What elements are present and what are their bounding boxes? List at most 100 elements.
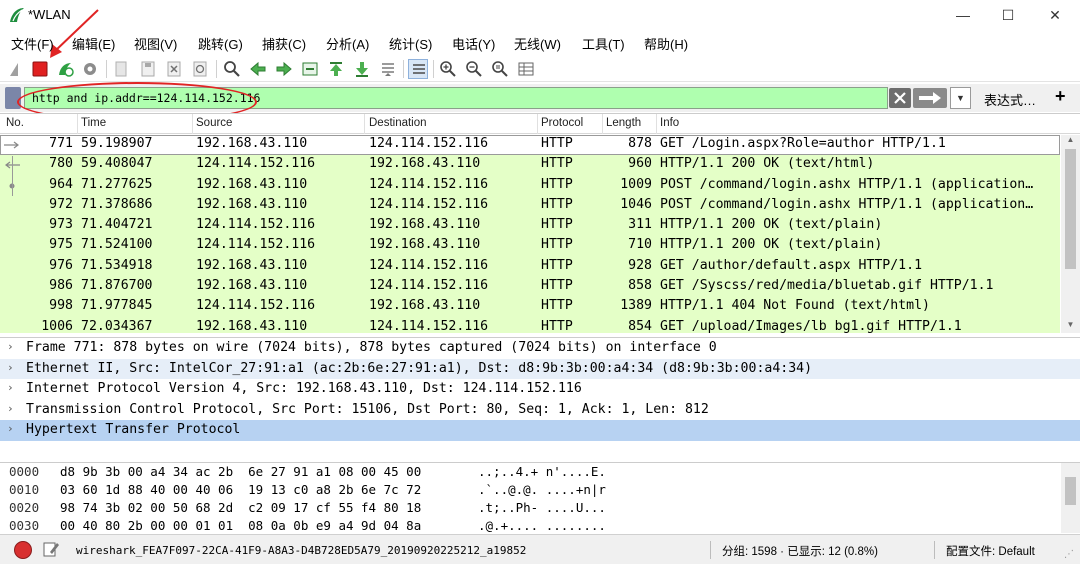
auto-scroll-icon[interactable] [378, 59, 398, 79]
menu-capture[interactable]: 捕获(C) [262, 34, 306, 53]
column-header-no[interactable]: No. [6, 117, 24, 129]
go-forward-icon[interactable] [274, 59, 294, 79]
capture-options-icon[interactable] [80, 59, 100, 79]
menu-go[interactable]: 跳转(G) [198, 34, 243, 53]
zoom-out-icon[interactable] [464, 59, 484, 79]
detail-row-ethernet[interactable]: › Ethernet II, Src: IntelCor_27:91:a1 (a… [0, 358, 1080, 379]
cell-info: POST /command/login.ashx HTTP/1.1 (appli… [660, 196, 1034, 212]
capture-status-icon[interactable] [14, 541, 32, 559]
column-header-time[interactable]: Time [81, 117, 106, 129]
detail-row-tcp[interactable]: › Transmission Control Protocol, Src Por… [0, 399, 1080, 420]
colorize-icon[interactable] [408, 59, 428, 79]
cell-length: 1046 [620, 196, 652, 212]
cell-info: HTTP/1.1 200 OK (text/plain) [660, 217, 883, 233]
stop-capture-icon[interactable] [30, 59, 50, 79]
bytes-ascii: ..;..4.+ n'....E. [478, 464, 606, 479]
column-header-info[interactable]: Info [660, 117, 679, 129]
table-row[interactable]: 771 59.198907 192.168.43.110 124.114.152… [0, 135, 1060, 156]
resize-columns-icon[interactable] [516, 59, 536, 79]
shark-fin-icon[interactable] [7, 59, 27, 79]
main-toolbar [0, 56, 1080, 82]
detail-row-http[interactable]: › Hypertext Transfer Protocol [0, 420, 1080, 441]
column-divider[interactable] [602, 114, 603, 134]
expand-arrow-icon[interactable]: › [7, 381, 14, 394]
column-header-destination[interactable]: Destination [369, 117, 427, 129]
table-row[interactable]: 964 71.277625 192.168.43.110 124.114.152… [0, 175, 1060, 196]
menu-wireless[interactable]: 无线(W) [514, 34, 561, 53]
close-file-icon[interactable] [164, 59, 184, 79]
bytes-row[interactable]: 0020 98 74 3b 02 00 50 68 2d c2 09 17 cf… [0, 499, 1080, 517]
cell-info: POST /command/login.ashx HTTP/1.1 (appli… [660, 176, 1034, 192]
table-row[interactable]: 998 71.977845 124.114.152.116 192.168.43… [0, 297, 1060, 318]
find-packet-icon[interactable] [222, 59, 242, 79]
first-packet-icon[interactable] [326, 59, 346, 79]
expand-arrow-icon[interactable]: › [7, 340, 14, 353]
filter-history-dropdown[interactable]: ▼ [950, 87, 971, 109]
table-row[interactable]: 986 71.876700 192.168.43.110 124.114.152… [0, 277, 1060, 298]
bytes-scrollbar[interactable] [1061, 463, 1080, 533]
scroll-up-icon[interactable]: ▲ [1061, 135, 1080, 149]
profile-label[interactable]: 配置文件: Default [946, 543, 1035, 559]
column-divider[interactable] [77, 114, 78, 134]
clear-filter-icon[interactable] [889, 88, 911, 108]
maximize-button[interactable]: ☐ [985, 0, 1031, 30]
table-row[interactable]: 975 71.524100 124.114.152.116 192.168.43… [0, 236, 1060, 257]
close-button[interactable]: ✕ [1032, 0, 1078, 30]
edit-comment-icon[interactable] [42, 540, 60, 558]
resize-grip-icon[interactable]: ⋰ [1064, 549, 1074, 560]
table-row[interactable]: 973 71.404721 124.114.152.116 192.168.43… [0, 216, 1060, 237]
expression-button[interactable]: 表达式… [984, 90, 1036, 109]
menu-edit[interactable]: 编辑(E) [72, 34, 115, 53]
add-filter-button[interactable]: + [1055, 86, 1066, 107]
expand-arrow-icon[interactable]: › [7, 422, 14, 435]
scroll-down-icon[interactable]: ▼ [1061, 320, 1080, 333]
menu-statistics[interactable]: 统计(S) [389, 34, 432, 53]
detail-text: Ethernet II, Src: IntelCor_27:91:a1 (ac:… [26, 360, 813, 376]
menu-file[interactable]: 文件(F) [11, 34, 54, 53]
column-divider[interactable] [656, 114, 657, 134]
scroll-thumb[interactable] [1065, 477, 1076, 505]
menu-help[interactable]: 帮助(H) [644, 34, 688, 53]
last-packet-icon[interactable] [352, 59, 372, 79]
detail-row-ip[interactable]: › Internet Protocol Version 4, Src: 192.… [0, 379, 1080, 400]
bytes-row[interactable]: 0010 03 60 1d 88 40 00 40 06 19 13 c0 a8… [0, 481, 1080, 499]
column-divider[interactable] [192, 114, 193, 134]
bytes-offset: 0030 [9, 518, 40, 533]
table-row[interactable]: 976 71.534918 192.168.43.110 124.114.152… [0, 256, 1060, 278]
table-row[interactable]: 780 59.408047 124.114.152.116 192.168.43… [0, 155, 1060, 176]
apply-filter-icon[interactable] [913, 88, 947, 108]
reload-file-icon[interactable] [190, 59, 210, 79]
cell-length: 1389 [620, 298, 652, 314]
menu-telephony[interactable]: 电话(Y) [452, 34, 495, 53]
table-row[interactable]: 1006 72.034367 192.168.43.110 124.114.15… [0, 317, 1060, 333]
menu-view[interactable]: 视图(V) [134, 34, 177, 53]
packet-list-pane: No. Time Source Destination Protocol Len… [0, 113, 1080, 333]
column-divider[interactable] [537, 114, 538, 134]
bytes-row[interactable]: 0030 00 40 80 2b 00 00 01 01 08 0a 0b e9… [0, 517, 1080, 535]
restart-capture-icon[interactable] [55, 59, 75, 79]
cell-info: GET /Login.aspx?Role=author HTTP/1.1 [660, 136, 946, 151]
column-header-protocol[interactable]: Protocol [541, 117, 583, 129]
go-to-packet-icon[interactable] [300, 59, 320, 79]
expand-arrow-icon[interactable]: › [7, 402, 14, 415]
detail-row-frame[interactable]: › Frame 771: 878 bytes on wire (7024 bit… [0, 338, 1080, 359]
open-file-icon[interactable] [112, 59, 132, 79]
column-header-length[interactable]: Length [606, 117, 641, 129]
table-row[interactable]: 972 71.378686 192.168.43.110 124.114.152… [0, 195, 1060, 217]
column-header-source[interactable]: Source [196, 117, 232, 129]
bytes-row[interactable]: 0000 d8 9b 3b 00 a4 34 ac 2b 6e 27 91 a1… [0, 463, 1080, 481]
bytes-hex: 98 74 3b 02 00 50 68 2d c2 09 17 cf 55 f… [60, 500, 422, 515]
scroll-thumb[interactable] [1065, 149, 1076, 269]
zoom-in-icon[interactable] [438, 59, 458, 79]
cell-info: HTTP/1.1 200 OK (text/html) [660, 156, 875, 172]
cell-length: 854 [628, 318, 652, 333]
save-file-icon[interactable] [138, 59, 158, 79]
packet-list-scrollbar[interactable]: ▲ ▼ [1061, 135, 1080, 333]
normal-size-icon[interactable] [490, 59, 510, 79]
menu-tools[interactable]: 工具(T) [582, 34, 625, 53]
minimize-button[interactable]: — [940, 0, 986, 30]
go-back-icon[interactable] [248, 59, 268, 79]
column-divider[interactable] [364, 114, 365, 134]
expand-arrow-icon[interactable]: › [7, 361, 14, 374]
menu-analyze[interactable]: 分析(A) [326, 34, 369, 53]
